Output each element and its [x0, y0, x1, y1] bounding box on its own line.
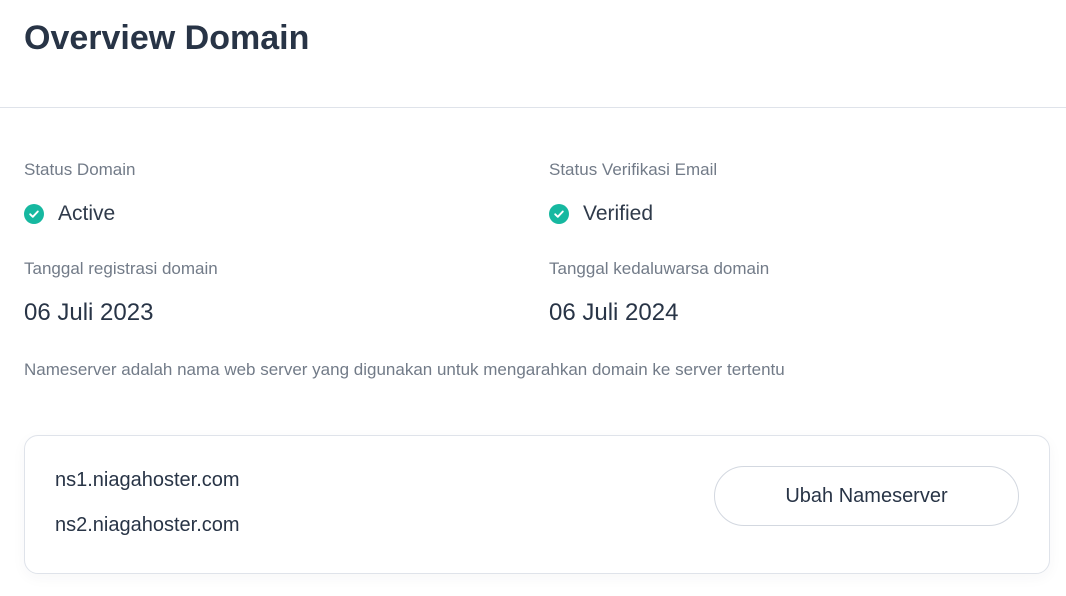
nameserver-card: ns1.niagahoster.com ns2.niagahoster.com …	[24, 435, 1050, 574]
status-domain-value: Active	[58, 202, 116, 225]
domain-overview-page: Overview Domain Status Domain Active Tan…	[0, 0, 1066, 596]
domain-details: Status Domain Active Tanggal registrasi …	[0, 108, 1066, 348]
status-domain: Active	[24, 202, 115, 226]
nameserver-description: Nameserver adalah nama web server yang d…	[24, 360, 785, 379]
expiration-date-value: 06 Juli 2024	[549, 299, 679, 326]
change-nameserver-button[interactable]: Ubah Nameserver	[714, 466, 1019, 526]
status-email-verification: Verified	[549, 202, 653, 226]
status-email-verification-value: Verified	[583, 202, 654, 225]
page-title: Overview Domain	[24, 19, 310, 57]
nameserver-item: ns2.niagahoster.com	[55, 514, 240, 536]
nameserver-item: ns1.niagahoster.com	[55, 469, 240, 491]
check-circle-icon	[549, 204, 569, 224]
registration-date-label: Tanggal registrasi domain	[24, 259, 218, 278]
status-email-verification-label: Status Verifikasi Email	[549, 160, 718, 179]
page-header: Overview Domain	[0, 0, 1066, 108]
domain-info-grid: Status Domain Active Tanggal registrasi …	[24, 108, 1042, 348]
check-circle-icon	[24, 204, 44, 224]
registration-date-value: 06 Juli 2023	[24, 299, 154, 326]
expiration-date-label: Tanggal kedaluwarsa domain	[549, 259, 770, 278]
status-domain-label: Status Domain	[24, 160, 136, 179]
